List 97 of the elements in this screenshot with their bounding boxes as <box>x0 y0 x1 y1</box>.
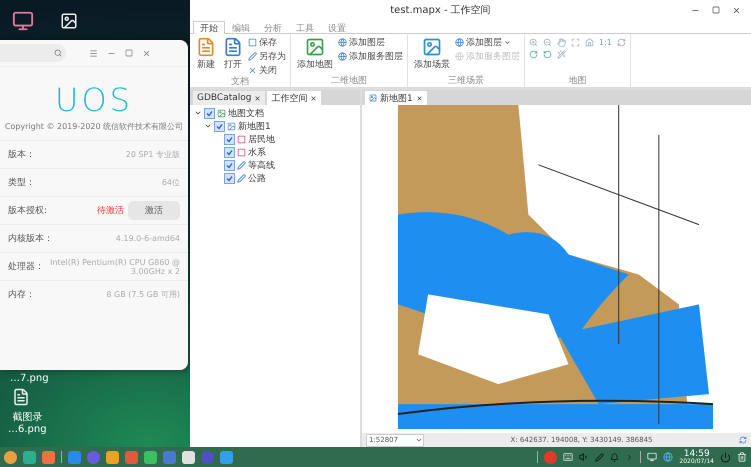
caret-icon <box>504 39 511 46</box>
copyright-text: Copyright © 2019-2020 统信软件技术有限公司 <box>4 121 184 133</box>
store-icon[interactable] <box>544 450 558 464</box>
home-icon[interactable] <box>585 38 594 47</box>
tree-item[interactable]: 地图文档 <box>228 106 264 120</box>
close-icon <box>416 94 423 102</box>
group-title: 三维场景 <box>447 76 485 87</box>
close-icon <box>254 94 262 102</box>
ribbon-tab[interactable]: 设置 <box>321 21 353 34</box>
file-name: …7.png <box>10 373 49 384</box>
zoom-in-icon[interactable] <box>529 38 538 47</box>
ribbon-tab[interactable]: 工具 <box>289 21 321 34</box>
full-extent-icon[interactable] <box>571 38 580 47</box>
zoom-out-icon[interactable] <box>543 38 552 47</box>
info-value: Intel(R) Pentium(R) CPU G860 @ 3.00GHz x 2 <box>50 258 180 276</box>
ribbon-button[interactable]: 保存 <box>248 36 286 49</box>
info-value: 64位 <box>162 177 180 188</box>
image-icon <box>60 12 78 30</box>
info-label: 版本授权: <box>8 204 48 217</box>
app-icon[interactable] <box>182 450 195 464</box>
panel-tab[interactable]: GDBCatalog <box>193 91 266 105</box>
ribbon-button[interactable]: 添加地图 <box>295 36 335 72</box>
info-label: 版本： <box>8 148 35 161</box>
expanded-caret-icon[interactable] <box>204 122 212 130</box>
tree-item[interactable]: 新地图1 <box>238 120 271 132</box>
maximize-icon[interactable] <box>712 6 720 14</box>
app-icon[interactable] <box>220 450 233 464</box>
rotate-right-icon[interactable] <box>529 50 538 59</box>
bell-icon[interactable] <box>610 452 620 462</box>
map-icon <box>227 122 236 130</box>
info-value: 20 SP1 专业版 <box>126 149 180 160</box>
window-title: test.mapx - 工作空间 <box>389 4 492 17</box>
map-document-icon <box>217 108 226 118</box>
tree-item[interactable]: 公路 <box>248 172 266 184</box>
ribbon-tab[interactable]: 编辑 <box>225 21 257 34</box>
layer-checkbox[interactable] <box>224 146 235 158</box>
activation-status: 待激活 <box>97 204 124 217</box>
tree-item[interactable]: 水系 <box>248 146 266 158</box>
ribbon-button[interactable]: 添加图层 <box>455 36 520 49</box>
hand-icon[interactable] <box>557 38 566 47</box>
group-title: 地图 <box>567 76 588 87</box>
map-icon <box>369 94 377 102</box>
close-icon <box>310 94 318 102</box>
app-icon[interactable] <box>23 450 36 464</box>
activate-button[interactable]: 激活 <box>128 201 180 220</box>
tree-item[interactable]: 等高线 <box>248 158 275 172</box>
menu-icon[interactable] <box>89 48 98 58</box>
ribbon-tab[interactable]: 分析 <box>257 21 289 34</box>
refresh-icon[interactable] <box>616 38 626 47</box>
info-value: 4.19.0-6-amd64 <box>116 234 180 243</box>
app-icon[interactable] <box>42 450 55 464</box>
close-icon[interactable] <box>142 48 151 58</box>
layer-checkbox[interactable] <box>204 108 215 118</box>
refresh-icon[interactable] <box>739 436 747 444</box>
layer-checkbox[interactable] <box>224 160 235 170</box>
globe-icon[interactable] <box>663 452 674 462</box>
group-title: 文档 <box>230 77 250 88</box>
speaker-icon[interactable] <box>579 452 590 462</box>
ribbon-button[interactable]: 添加图层 <box>338 36 403 49</box>
maximize-icon[interactable] <box>125 49 133 57</box>
app-icon[interactable] <box>4 450 17 464</box>
info-label: 处理器： <box>8 260 44 273</box>
tree-item[interactable]: 居民地 <box>248 132 275 146</box>
close-icon[interactable] <box>732 6 741 14</box>
ribbon-button[interactable]: 关闭 <box>248 64 286 77</box>
rotate-left-icon[interactable] <box>543 50 552 59</box>
app-icon[interactable] <box>144 450 157 464</box>
info-label: 内核版本： <box>8 232 53 245</box>
app-icon[interactable] <box>106 450 119 464</box>
search-field[interactable] <box>0 44 66 62</box>
power-icon[interactable] <box>720 452 731 462</box>
expanded-caret-icon[interactable] <box>194 109 202 117</box>
screen-icon[interactable] <box>647 452 658 462</box>
trash-icon[interactable] <box>737 452 747 462</box>
info-label: 内存： <box>8 288 35 301</box>
monitor-icon <box>12 10 34 32</box>
ribbon-tab[interactable]: 开始 <box>193 21 225 34</box>
clock-time: 14:59 <box>684 450 710 458</box>
search-icon <box>54 49 62 57</box>
wand-icon[interactable] <box>557 50 566 59</box>
info-value: 8 GB (7.5 GB 可用) <box>106 289 180 300</box>
caret-icon <box>415 436 423 444</box>
pen-icon[interactable] <box>595 452 604 462</box>
ribbon-button[interactable]: 新建 <box>194 36 218 72</box>
keyboard-icon[interactable] <box>563 452 574 462</box>
layer-checkbox[interactable] <box>224 172 235 184</box>
ribbon-button[interactable]: 添加场景 <box>412 36 452 72</box>
layer-checkbox[interactable] <box>224 134 235 144</box>
layer-checkbox[interactable] <box>214 120 225 132</box>
panel-tab[interactable]: 新地图1 <box>365 91 427 105</box>
ribbon-button[interactable]: 添加服务图层 <box>338 50 403 63</box>
panel-tab[interactable]: 工作空间 <box>267 91 322 105</box>
info-label: 类型： <box>8 176 35 189</box>
ribbon-button[interactable]: 打开 <box>221 36 245 72</box>
file-name: 截图录 …6.png <box>8 410 47 435</box>
ribbon-button[interactable]: 另存为 <box>248 50 286 63</box>
group-title: 二维地图 <box>330 76 368 87</box>
